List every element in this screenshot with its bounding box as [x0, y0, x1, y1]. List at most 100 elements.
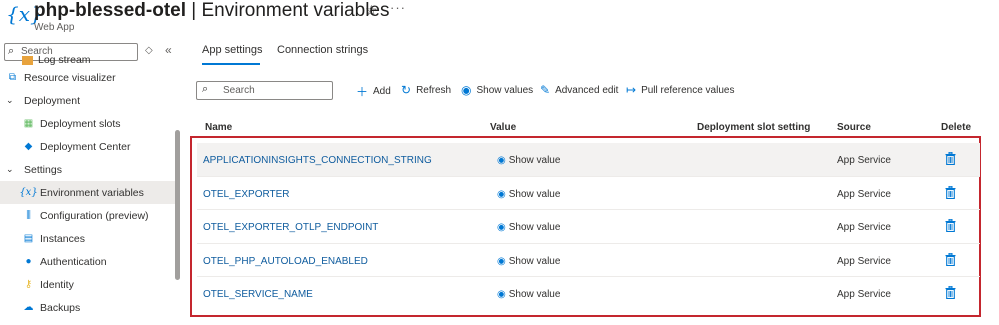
delete-button[interactable] — [945, 252, 956, 269]
advanced-edit-label: Advanced edit — [555, 84, 619, 96]
column-header-name[interactable]: Name — [205, 122, 232, 133]
setting-name-link[interactable]: OTEL_PHP_AUTOLOAD_ENABLED — [203, 256, 368, 267]
table-row[interactable]: OTEL_PHP_AUTOLOAD_ENABLED ◉ Show value A… — [197, 244, 980, 278]
page-header: {x} php-blessed-otel | Environment varia… — [0, 0, 999, 40]
sidebar-section-deployment[interactable]: ⌄ Deployment — [0, 89, 176, 112]
table-row[interactable]: OTEL_SERVICE_NAME ◉ Show value App Servi… — [197, 277, 980, 311]
show-value-button[interactable]: ◉ Show value — [497, 289, 560, 300]
star-icon[interactable]: ☆ — [365, 2, 378, 19]
plus-icon: ＋ — [356, 85, 369, 99]
add-label: Add — [373, 86, 391, 97]
trash-icon — [945, 286, 956, 300]
trash-icon — [945, 252, 956, 266]
trash-icon — [945, 185, 956, 199]
source-text: App Service — [837, 188, 891, 200]
sidebar-item-label: Authentication — [40, 255, 107, 268]
source-text: App Service — [837, 289, 891, 301]
sidebar-section-settings[interactable]: ⌄ Settings — [0, 158, 176, 181]
deployment-center-icon: ◆ — [24, 141, 33, 152]
show-values-button[interactable]: ◉ Show values — [461, 83, 533, 97]
arrow-right-bar-icon: ↦ — [626, 83, 637, 97]
sidebar-item-label: Identity — [40, 278, 74, 291]
pull-reference-label: Pull reference values — [641, 84, 735, 96]
setting-name-link[interactable]: APPLICATIONINSIGHTS_CONNECTION_STRING — [203, 155, 432, 166]
sidebar-item-authentication[interactable]: ● Authentication — [0, 250, 176, 273]
search-placeholder: Search — [223, 85, 255, 96]
show-value-label: Show value — [508, 155, 561, 166]
eye-icon: ◉ — [497, 155, 506, 166]
show-value-label: Show value — [508, 289, 561, 301]
blade-name: | Environment variables — [191, 0, 390, 21]
sidebar-item-label: Backups — [40, 301, 81, 314]
add-button[interactable]: ＋ Add — [356, 83, 391, 100]
log-stream-icon — [22, 55, 33, 65]
column-header-source[interactable]: Source — [837, 122, 871, 133]
eye-icon: ◉ — [497, 255, 506, 267]
column-header-value[interactable]: Value — [490, 122, 516, 133]
source-text: App Service — [837, 155, 891, 166]
sidebar-item-environment-variables[interactable]: {x} Environment variables — [0, 181, 176, 204]
sidebar-item-deployment-slots[interactable]: ▦ Deployment slots — [0, 112, 176, 135]
eye-icon: ◉ — [461, 83, 472, 97]
more-options-button[interactable]: ··· — [390, 0, 406, 15]
show-value-button[interactable]: ◉ Show value — [497, 256, 560, 267]
eye-icon: ◉ — [497, 222, 506, 234]
delete-button[interactable] — [945, 185, 956, 202]
setting-name-link[interactable]: OTEL_EXPORTER — [203, 189, 290, 200]
settings-table: APPLICATIONINSIGHTS_CONNECTION_STRING ◉ … — [197, 143, 980, 311]
show-value-label: Show value — [508, 255, 561, 267]
environment-variables-icon: {x} — [19, 187, 38, 198]
sidebar-item-instances[interactable]: ▤ Instances — [0, 227, 176, 250]
eye-icon: ◉ — [497, 289, 506, 301]
column-header-delete: Delete — [941, 122, 972, 133]
identity-icon: ⚷ — [24, 279, 33, 290]
source-text: App Service — [837, 222, 891, 234]
setting-name-link[interactable]: OTEL_EXPORTER_OTLP_ENDPOINT — [203, 222, 378, 233]
sidebar-item-resource-visualizer[interactable]: ⧉ Resource visualizer — [0, 66, 176, 89]
setting-name-link[interactable]: OTEL_SERVICE_NAME — [203, 289, 313, 300]
sidebar-item-deployment-center[interactable]: ◆ Deployment Center — [0, 135, 176, 158]
search-input[interactable]: ⌕ Search — [196, 81, 333, 100]
show-value-button[interactable]: ◉ Show value — [497, 189, 560, 200]
column-header-slot-setting[interactable]: Deployment slot setting — [697, 122, 810, 133]
trash-icon — [945, 151, 956, 166]
sidebar-item-label: Resource visualizer — [24, 71, 116, 84]
sidebar-item-backups[interactable]: ☁ Backups — [0, 296, 176, 319]
resource-type: Web App — [34, 22, 75, 33]
command-bar: ⌕ Search ＋ Add ↻ Refresh ◉ Show values ✎… — [196, 81, 986, 101]
deployment-slots-icon: ▦ — [23, 118, 34, 129]
sidebar-item-label: Configuration (preview) — [40, 209, 149, 222]
refresh-label: Refresh — [416, 84, 452, 96]
tab-app-settings[interactable]: App settings — [202, 44, 263, 56]
sidebar-item-label: Deployment slots — [40, 117, 121, 130]
delete-button[interactable] — [945, 286, 956, 302]
sidebar-item-label: Deployment Center — [40, 140, 131, 153]
resource-name: php-blessed-otel — [34, 0, 187, 21]
tab-connection-strings[interactable]: Connection strings — [277, 44, 368, 56]
chevron-down-icon: ⌄ — [6, 164, 14, 174]
sidebar-item-identity[interactable]: ⚷ Identity — [0, 273, 176, 296]
delete-button[interactable] — [945, 151, 956, 168]
backups-icon: ☁ — [23, 302, 34, 313]
sidebar-scrollbar[interactable] — [175, 130, 180, 280]
table-row[interactable]: OTEL_EXPORTER_OTLP_ENDPOINT ◉ Show value… — [197, 210, 980, 244]
pull-reference-values-button[interactable]: ↦ Pull reference values — [626, 83, 734, 97]
sidebar: ⌕ Search ◇ « Log stream ⧉ Resource visua… — [0, 40, 184, 325]
table-header: Name Value Deployment slot setting Sourc… — [196, 122, 986, 136]
sidebar-item-log-stream[interactable]: Log stream — [0, 54, 176, 66]
sidebar-item-label: Deployment — [24, 94, 81, 107]
table-row[interactable]: OTEL_EXPORTER ◉ Show value App Service — [197, 177, 980, 211]
table-row[interactable]: APPLICATIONINSIGHTS_CONNECTION_STRING ◉ … — [197, 143, 980, 177]
sidebar-item-configuration[interactable]: ⫼ Configuration (preview) — [0, 204, 176, 227]
search-icon: ⌕ — [202, 83, 209, 95]
show-value-button[interactable]: ◉ Show value — [497, 155, 560, 166]
refresh-icon: ↻ — [401, 83, 412, 97]
delete-button[interactable] — [945, 218, 956, 235]
refresh-button[interactable]: ↻ Refresh — [401, 83, 451, 97]
show-value-button[interactable]: ◉ Show value — [497, 222, 560, 233]
trash-icon — [945, 218, 956, 233]
sidebar-item-label: Settings — [24, 163, 62, 176]
active-tab-indicator — [202, 63, 260, 65]
advanced-edit-button[interactable]: ✎ Advanced edit — [540, 83, 618, 97]
sidebar-item-label: Environment variables — [40, 186, 144, 199]
